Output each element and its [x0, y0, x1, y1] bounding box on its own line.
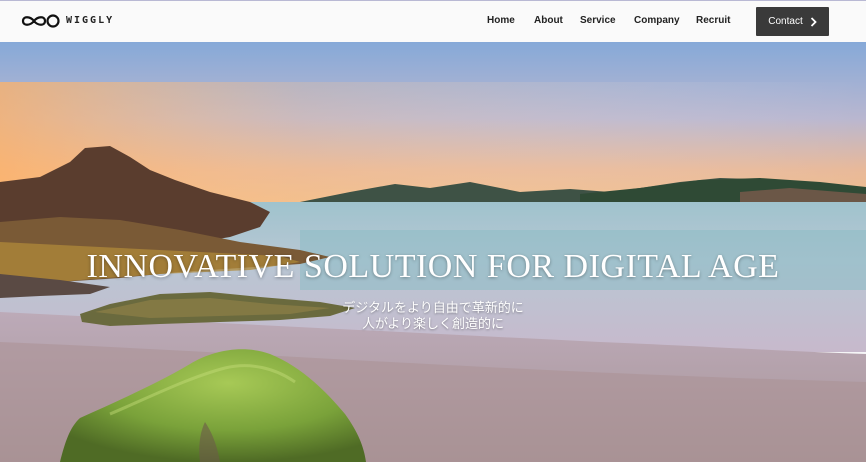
- nav-link-company[interactable]: Company: [634, 15, 680, 26]
- hero-subtitle-line-1: デジタルをより自由で革新的に: [342, 301, 524, 316]
- hero-title: INNOVATIVE SOLUTION FOR DIGITAL AGE: [86, 248, 780, 285]
- nav-link-service[interactable]: Service: [580, 15, 616, 26]
- hero-section: INNOVATIVE SOLUTION FOR DIGITAL AGE デジタル…: [0, 42, 866, 462]
- top-navbar: WIGGLY Home About Service Company Recrui…: [0, 0, 866, 42]
- chevron-right-icon: [810, 16, 817, 27]
- nav-link-home[interactable]: Home: [487, 15, 515, 26]
- infinity-wave-icon: [21, 14, 60, 28]
- nav-link-recruit[interactable]: Recruit: [696, 15, 730, 26]
- logo[interactable]: WIGGLY: [21, 12, 114, 30]
- logo-text: WIGGLY: [66, 15, 115, 26]
- contact-button-label: Contact: [768, 16, 803, 27]
- hero-subtitle: デジタルをより自由で革新的に 人がより楽しく創造的に: [0, 301, 866, 333]
- nav-link-about[interactable]: About: [534, 15, 563, 26]
- contact-button[interactable]: Contact: [756, 7, 829, 36]
- hero-subtitle-line-2: 人がより楽しく創造的に: [361, 317, 505, 332]
